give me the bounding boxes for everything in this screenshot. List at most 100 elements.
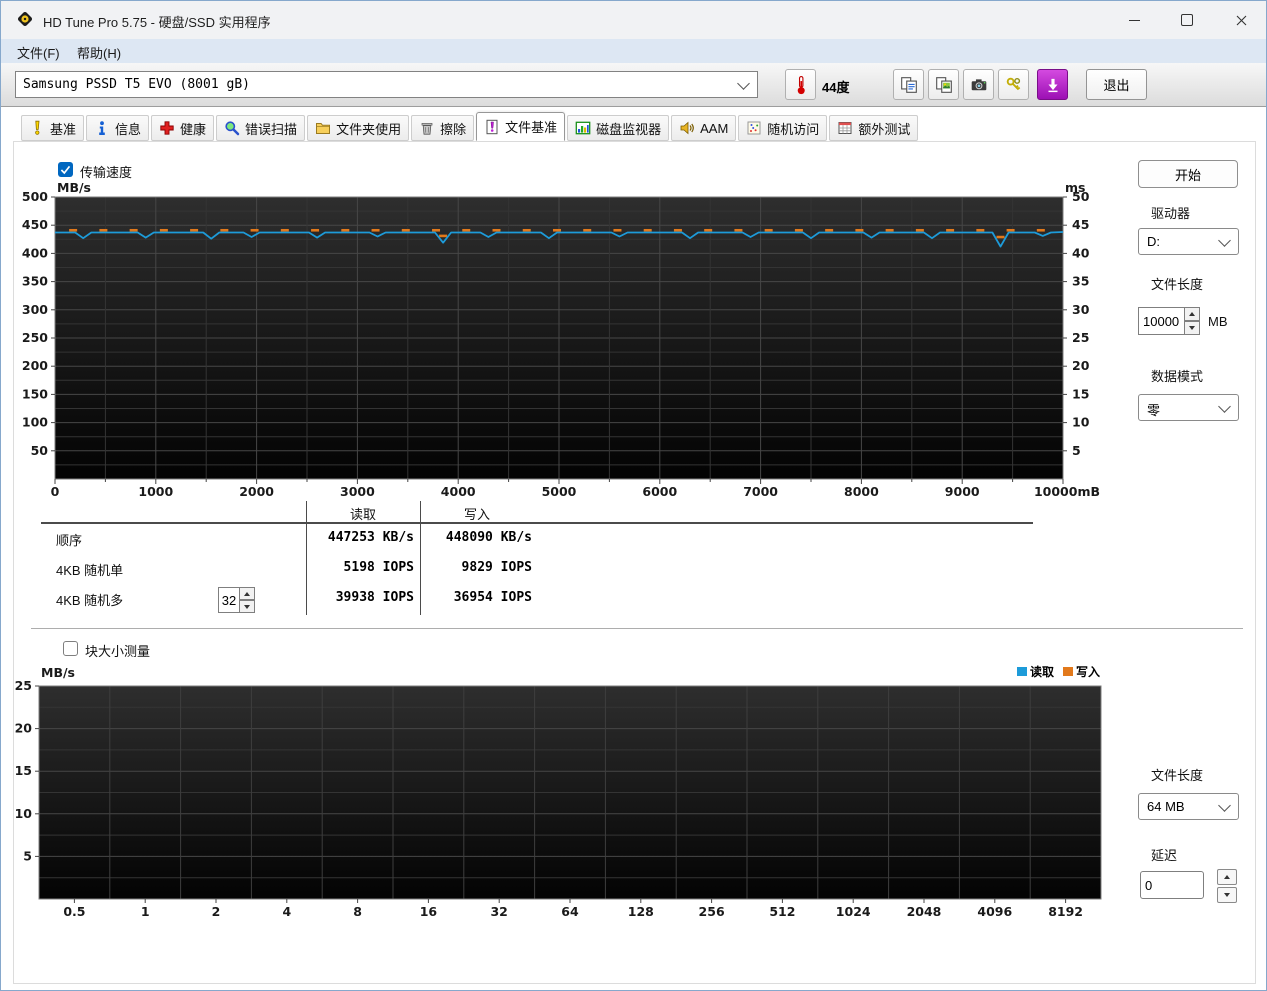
svg-text:200: 200 bbox=[22, 358, 48, 373]
svg-text:450: 450 bbox=[22, 217, 48, 232]
svg-text:8192: 8192 bbox=[1048, 904, 1083, 919]
tab-AAM[interactable]: AAM bbox=[671, 115, 737, 141]
tab-label: 基准 bbox=[50, 121, 77, 137]
tab-信息[interactable]: 信息 bbox=[86, 115, 150, 141]
stepper-down-button[interactable] bbox=[240, 600, 255, 613]
file-length-stepper[interactable]: 10000 bbox=[1138, 307, 1200, 335]
svg-text:8: 8 bbox=[353, 904, 362, 919]
exit-button[interactable]: 退出 bbox=[1086, 69, 1147, 100]
svg-text:256: 256 bbox=[699, 904, 725, 919]
svg-text:20: 20 bbox=[15, 721, 33, 736]
info-icon bbox=[94, 120, 110, 136]
tab-健康[interactable]: 健康 bbox=[151, 115, 215, 141]
arrow-up-icon bbox=[244, 591, 250, 596]
table-row-label: 4KB 随机多 bbox=[56, 593, 124, 608]
svg-text:30: 30 bbox=[1072, 302, 1090, 317]
block-size-label: 块大小测量 bbox=[85, 644, 151, 659]
drive-dropdown[interactable]: D: bbox=[1138, 228, 1239, 255]
svg-text:45: 45 bbox=[1072, 217, 1089, 232]
stepper-up-button[interactable] bbox=[1185, 307, 1200, 321]
menu-file[interactable]: 文件(F) bbox=[13, 43, 64, 62]
svg-text:1000: 1000 bbox=[138, 484, 173, 499]
app-window: HD Tune Pro 5.75 - 硬盘/SSD 实用程序 文件(F) 帮助(… bbox=[0, 0, 1267, 991]
write-value: 36954 IOPS bbox=[453, 590, 532, 605]
read-value: 447253 KB/s bbox=[327, 530, 414, 545]
menu-help[interactable]: 帮助(H) bbox=[73, 43, 125, 62]
stepper-down-button[interactable] bbox=[1185, 321, 1200, 335]
svg-text:9000: 9000 bbox=[945, 484, 980, 499]
check-icon bbox=[60, 165, 71, 175]
copy-text-button[interactable] bbox=[893, 69, 924, 100]
section-separator bbox=[31, 628, 1243, 629]
close-button[interactable] bbox=[1218, 1, 1264, 39]
file-length-value[interactable]: 10000 bbox=[1138, 307, 1185, 335]
toolbar: Samsung PSSD T5 EVO (8001 gB) 44度 退出 bbox=[1, 63, 1266, 107]
tab-label: AAM bbox=[700, 120, 729, 136]
block-file-length-dropdown[interactable]: 64 MB bbox=[1138, 793, 1239, 820]
temperature-button[interactable] bbox=[785, 69, 816, 100]
tab-随机访问[interactable]: 随机访问 bbox=[738, 115, 828, 141]
tab-擦除[interactable]: 擦除 bbox=[411, 115, 475, 141]
svg-text:6000: 6000 bbox=[642, 484, 677, 499]
update-button[interactable] bbox=[1037, 69, 1068, 100]
delay-field[interactable]: 0 bbox=[1140, 871, 1204, 899]
svg-text:0.5: 0.5 bbox=[63, 904, 85, 919]
random-access-icon bbox=[746, 120, 762, 136]
svg-text:2: 2 bbox=[212, 904, 221, 919]
tab-文件夹使用[interactable]: 文件夹使用 bbox=[307, 115, 410, 141]
minimize-button[interactable] bbox=[1111, 1, 1157, 39]
arrow-down-icon bbox=[1189, 326, 1195, 330]
drive-select-value: Samsung PSSD T5 EVO (8001 gB) bbox=[23, 77, 250, 92]
svg-text:400: 400 bbox=[22, 245, 48, 260]
svg-text:16: 16 bbox=[420, 904, 438, 919]
read-value: 5198 IOPS bbox=[343, 560, 414, 575]
table-row-label: 4KB 随机单 bbox=[56, 563, 124, 578]
copy-image-icon bbox=[935, 76, 952, 93]
tab-label: 随机访问 bbox=[767, 121, 820, 137]
start-button[interactable]: 开始 bbox=[1138, 160, 1238, 188]
data-mode-dropdown[interactable]: 零 bbox=[1138, 394, 1239, 421]
queue-depth-value[interactable]: 32 bbox=[218, 587, 240, 613]
thermometer-icon bbox=[797, 75, 805, 94]
copy-image-button[interactable] bbox=[928, 69, 959, 100]
transfer-speed-checkbox[interactable] bbox=[58, 162, 73, 177]
svg-text:10000mB: 10000mB bbox=[1034, 484, 1100, 499]
delay-down-button[interactable] bbox=[1217, 887, 1237, 903]
svg-text:25: 25 bbox=[1072, 330, 1089, 345]
block-size-checkbox[interactable] bbox=[63, 641, 78, 656]
menubar: 文件(F) 帮助(H) bbox=[1, 39, 1266, 63]
svg-text:7000: 7000 bbox=[743, 484, 778, 499]
svg-text:35: 35 bbox=[1072, 274, 1089, 289]
drive-select[interactable]: Samsung PSSD T5 EVO (8001 gB) bbox=[15, 71, 758, 98]
delay-up-button[interactable] bbox=[1217, 869, 1237, 885]
table-header-rule bbox=[41, 522, 1033, 524]
tabbar: 基准 信息 健康 错误扫描 文件夹使用 擦除 文件基准 磁盘监视器 AAM 随机访问 额外测试 bbox=[21, 112, 919, 141]
svg-text:8000: 8000 bbox=[844, 484, 879, 499]
tab-磁盘监视器[interactable]: 磁盘监视器 bbox=[567, 115, 670, 141]
tab-label: 健康 bbox=[180, 121, 207, 137]
delay-value[interactable]: 0 bbox=[1140, 871, 1204, 899]
table-header-read: 读取 bbox=[349, 507, 376, 522]
queue-depth-stepper[interactable]: 32 bbox=[218, 587, 255, 613]
svg-text:500: 500 bbox=[22, 189, 48, 204]
tab-label: 信息 bbox=[115, 121, 142, 137]
tab-label: 文件基准 bbox=[505, 120, 558, 135]
stepper-up-button[interactable] bbox=[240, 587, 255, 600]
write-value: 448090 KB/s bbox=[445, 530, 532, 545]
svg-text:MB/s: MB/s bbox=[41, 665, 75, 680]
options-button[interactable] bbox=[998, 69, 1029, 100]
chevron-down-icon bbox=[1218, 234, 1231, 247]
arrow-down-icon bbox=[1224, 893, 1230, 897]
tab-文件基准[interactable]: 文件基准 bbox=[476, 112, 566, 141]
svg-text:15: 15 bbox=[1072, 386, 1089, 401]
tab-错误扫描[interactable]: 错误扫描 bbox=[216, 115, 306, 141]
drive-dropdown-value: D: bbox=[1147, 234, 1160, 249]
erase-icon bbox=[419, 120, 435, 136]
tab-基准[interactable]: 基准 bbox=[21, 115, 85, 141]
tab-额外测试[interactable]: 额外测试 bbox=[829, 115, 919, 141]
screenshot-button[interactable] bbox=[963, 69, 994, 100]
maximize-button[interactable] bbox=[1164, 1, 1210, 39]
read-value: 39938 IOPS bbox=[335, 590, 414, 605]
download-arrow-icon bbox=[1048, 78, 1057, 92]
block-file-length-label: 文件长度 bbox=[1151, 768, 1204, 783]
